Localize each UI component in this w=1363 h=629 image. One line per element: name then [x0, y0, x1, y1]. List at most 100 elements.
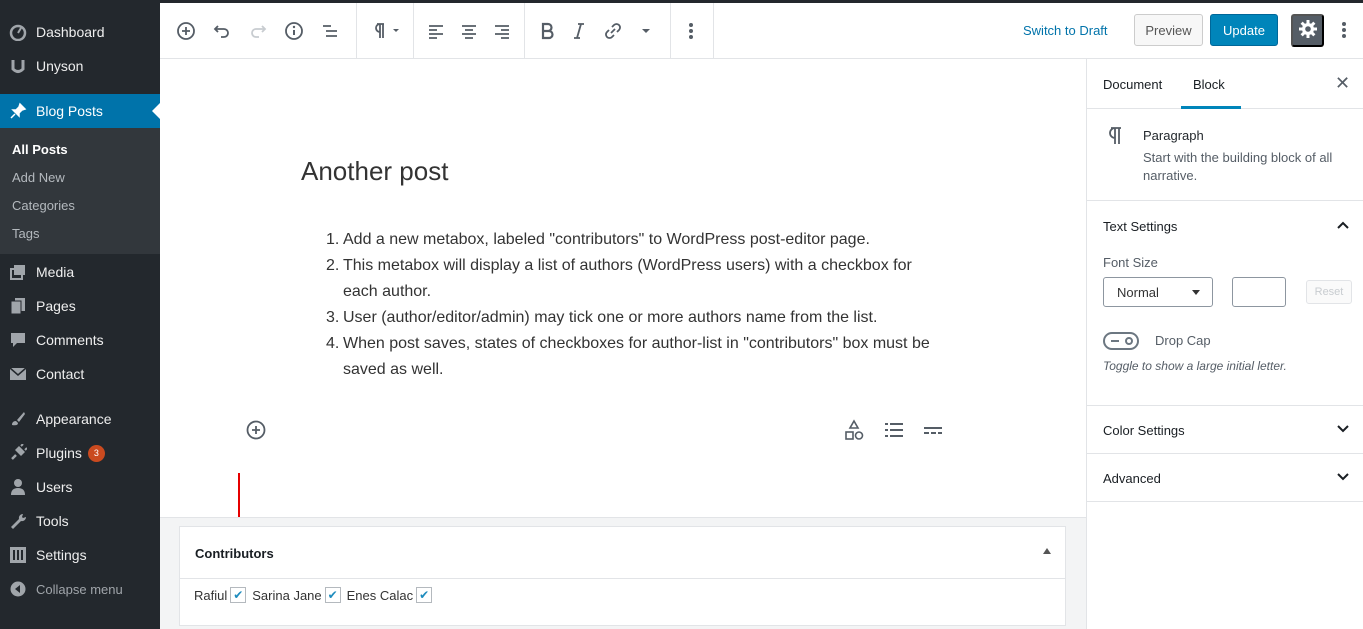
shapes-block-icon[interactable]: [843, 419, 865, 441]
custom-font-size-input[interactable]: [1232, 277, 1286, 307]
redo-icon[interactable]: [246, 19, 270, 43]
post-list-block[interactable]: 1. Add a new metabox, labeled "contributo…: [320, 227, 950, 383]
contributor-option[interactable]: Rafiul ✔: [194, 587, 247, 603]
metabox-title: Contributors: [195, 546, 274, 561]
block-card-description: Start with the building block of all nar…: [1143, 150, 1333, 183]
contributor-name: Enes Calac: [346, 587, 414, 603]
sidebar-item-label: Comments: [36, 332, 104, 348]
panel-title[interactable]: Text Settings: [1103, 219, 1177, 234]
submenu-add-new[interactable]: Add New: [12, 170, 65, 185]
switch-to-draft-link[interactable]: Switch to Draft: [1023, 23, 1108, 38]
sidebar-item-plugins[interactable]: Plugins 3: [0, 436, 160, 470]
contributor-checkbox[interactable]: ✔: [324, 587, 341, 603]
dropdown-caret-icon: [1192, 290, 1200, 295]
toolbar-divider: [670, 3, 671, 59]
toolbar-divider: [713, 3, 714, 59]
contributor-option[interactable]: Sarina Jane ✔: [252, 587, 341, 603]
more-menu-button[interactable]: [1334, 19, 1354, 43]
collapse-arrow-icon[interactable]: [1043, 548, 1051, 554]
pages-icon: [0, 297, 36, 315]
italic-icon[interactable]: [567, 19, 591, 43]
blog-posts-submenu: All Posts Add New Categories Tags: [0, 128, 160, 254]
align-center-icon[interactable]: [457, 19, 481, 43]
sidebar-item-tools[interactable]: Tools: [0, 504, 160, 538]
submenu-all-posts[interactable]: All Posts: [12, 142, 68, 157]
list-item-number: 3.: [326, 309, 340, 326]
list-block-icon[interactable]: [883, 419, 905, 441]
separator-block-icon[interactable]: [922, 419, 944, 441]
link-icon[interactable]: [601, 19, 625, 43]
list-item: 3. User (author/editor/admin) may tick on…: [320, 305, 950, 331]
admin-sidebar: Dashboard Unyson Blog Posts All Posts Ad…: [0, 0, 160, 629]
paragraph-block-switcher-icon[interactable]: [366, 19, 402, 43]
undo-icon[interactable]: [210, 19, 234, 43]
drop-cap-toggle[interactable]: [1103, 332, 1139, 350]
sidebar-item-label: Blog Posts: [36, 103, 103, 119]
sidebar-item-label: Media: [36, 264, 75, 280]
list-item: 4. When post saves, states of checkboxes …: [320, 331, 950, 383]
contributor-option[interactable]: Enes Calac ✔: [346, 587, 433, 603]
update-button[interactable]: Update: [1210, 14, 1278, 46]
list-item-number: 2.: [326, 257, 340, 274]
color-settings-panel[interactable]: Color Settings: [1087, 406, 1363, 454]
sidebar-item-label: Settings: [36, 547, 87, 563]
chevron-down-icon[interactable]: [1336, 470, 1350, 484]
tab-block[interactable]: Block: [1193, 77, 1225, 92]
sidebar-item-blog-posts[interactable]: Blog Posts: [0, 94, 160, 128]
dashboard-icon: [0, 23, 36, 41]
media-icon: [0, 263, 36, 281]
contributors-list: Rafiul ✔ Sarina Jane ✔ Enes Calac ✔: [194, 587, 438, 603]
annotation-arrow: [238, 473, 240, 521]
sidebar-item-media[interactable]: Media: [0, 255, 160, 289]
sidebar-item-unyson[interactable]: Unyson: [0, 49, 160, 83]
add-block-icon[interactable]: [174, 19, 198, 43]
font-size-select[interactable]: Normal: [1103, 277, 1213, 307]
sidebar-item-settings[interactable]: Settings: [0, 538, 160, 572]
tab-document[interactable]: Document: [1103, 77, 1162, 92]
brush-icon: [0, 410, 36, 428]
align-left-icon[interactable]: [424, 19, 448, 43]
collapse-menu-button[interactable]: Collapse menu: [0, 572, 160, 606]
outline-icon[interactable]: [318, 19, 342, 43]
block-inspector: Document Block ✕ Paragraph Start with th…: [1086, 59, 1363, 629]
bold-icon[interactable]: [535, 19, 559, 43]
sidebar-item-dashboard[interactable]: Dashboard: [0, 15, 160, 49]
panel-title: Color Settings: [1103, 423, 1185, 438]
advanced-panel[interactable]: Advanced: [1087, 454, 1363, 502]
sidebar-item-comments[interactable]: Comments: [0, 323, 160, 357]
close-icon[interactable]: ✕: [1335, 73, 1350, 94]
post-title[interactable]: Another post: [301, 156, 448, 187]
contributor-checkbox[interactable]: ✔: [416, 587, 433, 603]
font-size-value: Normal: [1117, 284, 1159, 300]
contributor-checkbox[interactable]: ✔: [230, 587, 247, 603]
inspector-tabs: Document Block ✕: [1087, 59, 1363, 109]
sidebar-item-label: Plugins: [36, 445, 82, 461]
chevron-up-icon[interactable]: [1336, 218, 1350, 232]
mail-icon: [0, 367, 36, 381]
info-icon[interactable]: [282, 19, 306, 43]
reset-button[interactable]: Reset: [1306, 280, 1352, 304]
plugins-icon: [0, 444, 36, 462]
sidebar-item-contact[interactable]: Contact: [0, 357, 160, 391]
chevron-down-icon[interactable]: [1336, 422, 1350, 436]
editor-toolbar: Switch to Draft Preview Update: [160, 3, 1363, 59]
settings-icon: [0, 546, 36, 564]
contributor-name: Sarina Jane: [252, 587, 322, 603]
settings-toggle-button[interactable]: [1291, 14, 1324, 47]
metabox-header[interactable]: Contributors: [180, 527, 1065, 579]
submenu-tags[interactable]: Tags: [12, 226, 39, 241]
submenu-categories[interactable]: Categories: [12, 198, 75, 213]
preview-button[interactable]: Preview: [1134, 14, 1203, 46]
inline-inserter-icon[interactable]: [245, 419, 267, 441]
align-right-icon[interactable]: [490, 19, 514, 43]
editor-canvas: Another post 1. Add a new metabox, labele…: [160, 59, 1086, 517]
panel-title: Advanced: [1103, 471, 1161, 486]
sidebar-item-appearance[interactable]: Appearance: [0, 402, 160, 436]
list-item-text: When post saves, states of checkboxes fo…: [343, 335, 930, 378]
sidebar-item-pages[interactable]: Pages: [0, 289, 160, 323]
toolbar-divider: [356, 3, 357, 59]
sidebar-item-users[interactable]: Users: [0, 470, 160, 504]
more-formats-chevron-icon[interactable]: [634, 19, 658, 43]
collapse-icon: [0, 581, 36, 597]
block-more-options-icon[interactable]: [679, 19, 703, 43]
